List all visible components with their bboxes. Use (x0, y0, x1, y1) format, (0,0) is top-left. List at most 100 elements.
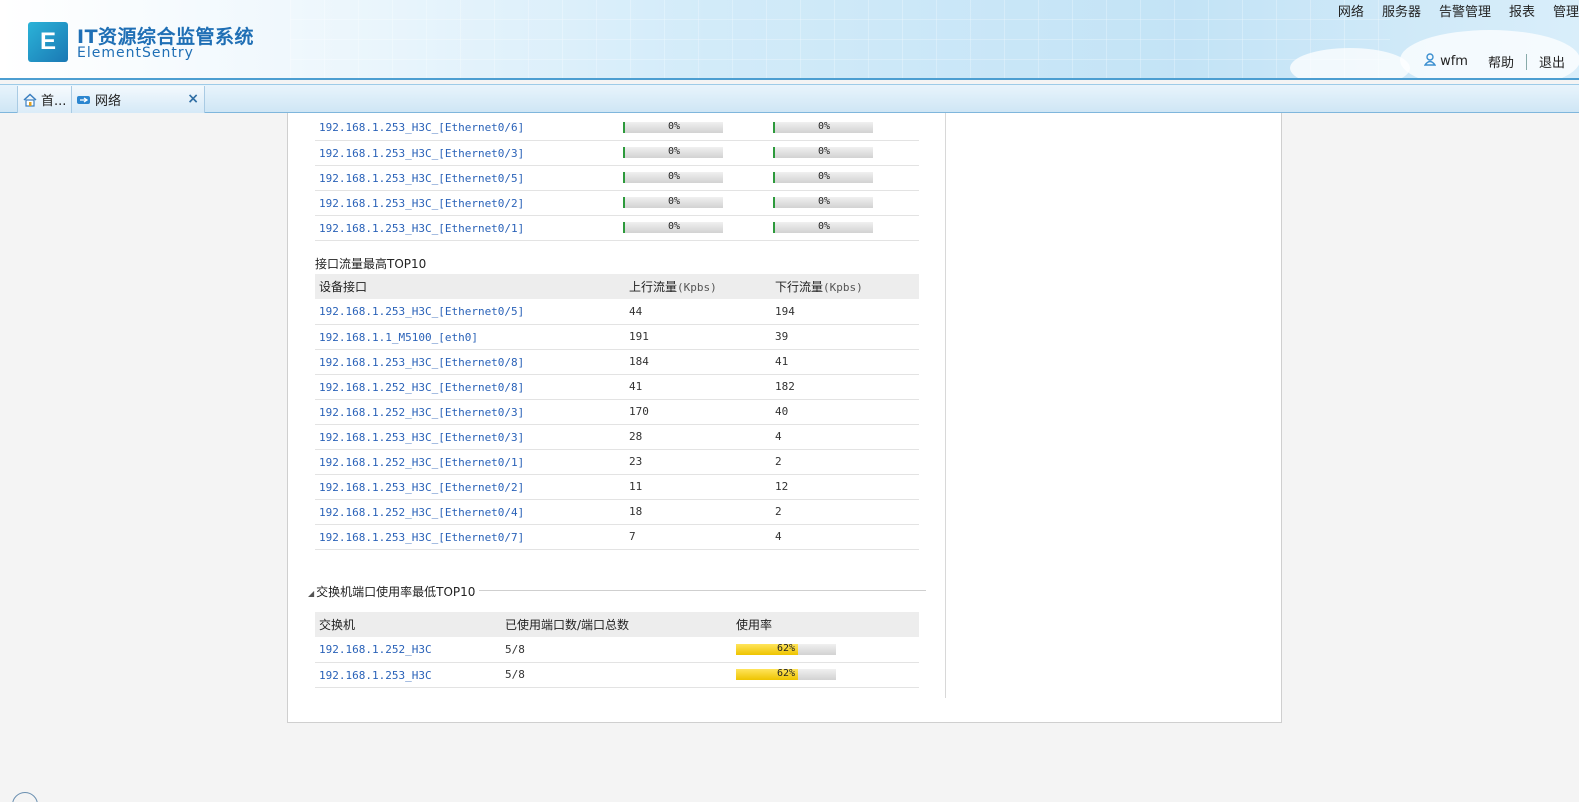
device-cell: 192.168.1.253_H3C_[Ethernet0/6] (315, 115, 619, 141)
utilization-cell: 0% (619, 190, 769, 216)
traffic-top10-title: 接口流量最高TOP10 (315, 257, 427, 271)
switch-port-title-text: 交换机端口使用率最低TOP10 (316, 585, 476, 599)
scroll-top-icon[interactable] (12, 792, 38, 802)
app-logo: E (28, 22, 72, 62)
upstream-value: 23 (625, 449, 771, 475)
device-link[interactable]: 192.168.1.253_H3C_[Ethernet0/5] (319, 305, 524, 318)
nav-report[interactable]: 报表 (1500, 5, 1544, 21)
column-header-up-label: 上行流量 (629, 280, 678, 294)
switch-port-usage-table: 交换机 已使用端口数/端口总数 使用率 192.168.1.252_H3C 5/8… (315, 612, 919, 688)
table-row: 192.168.1.253_H3C_[Ethernet0/7] 7 4 (315, 524, 919, 550)
utilization-cell: 0% (769, 215, 919, 241)
device-cell: 192.168.1.253_H3C_[Ethernet0/5] (315, 165, 619, 191)
device-cell: 192.168.1.253_H3C_[Ethernet0/1] (315, 215, 619, 241)
logout-link[interactable]: 退出 (1539, 52, 1565, 71)
upstream-value: 11 (625, 474, 771, 500)
column-header-up: 上行流量(Kpbs) (625, 274, 771, 299)
switch-port-section-title[interactable]: ◢ 交换机端口使用率最低TOP10 (308, 583, 480, 600)
table-row: 192.168.1.1_M5100_[eth0] 191 39 (315, 324, 919, 350)
column-header-device: 设备接口 (315, 274, 625, 299)
nav-alarm[interactable]: 告警管理 (1430, 5, 1500, 21)
collapse-triangle-icon[interactable]: ◢ (308, 589, 314, 598)
utilization-cell: 0% (769, 115, 919, 141)
upstream-value: 191 (625, 324, 771, 350)
device-link[interactable]: 192.168.1.253_H3C_[Ethernet0/7] (319, 531, 524, 544)
device-link[interactable]: 192.168.1.252_H3C_[Ethernet0/3] (319, 406, 524, 419)
table-row: 192.168.1.253_H3C_[Ethernet0/8] 184 41 (315, 349, 919, 375)
device-link[interactable]: 192.168.1.253_H3C_[Ethernet0/8] (319, 356, 524, 369)
utilization-label: 0% (667, 120, 681, 132)
column-header-down-unit: (Kpbs) (823, 281, 863, 294)
utilization-label: 0% (817, 221, 831, 232)
utilization-bar: 0% (623, 120, 723, 133)
device-link[interactable]: 192.168.1.252_H3C_[Ethernet0/4] (319, 506, 524, 519)
device-link[interactable]: 192.168.1.253_H3C_[Ethernet0/5] (319, 172, 524, 185)
content-panel: 192.168.1.253_H3C_[Ethernet0/6] 0% 0% 192.1… (287, 113, 1282, 723)
device-link[interactable]: 192.168.1.1_M5100_[eth0] (319, 331, 478, 344)
device-link[interactable]: 192.168.1.253_H3C_[Ethernet0/1] (319, 222, 524, 235)
utilization-label: 0% (667, 196, 681, 207)
nav-server[interactable]: 服务器 (1373, 5, 1430, 21)
utilization-cell: 0% (619, 115, 769, 141)
device-cell: 192.168.1.253_H3C_[Ethernet0/3] (315, 140, 619, 166)
table-row: 192.168.1.253_H3C_[Ethernet0/6] 0% 0% (315, 115, 919, 141)
table-row: 192.168.1.253_H3C_[Ethernet0/2] 0% 0% (315, 190, 919, 216)
traffic-top10-table: 设备接口 上行流量(Kpbs) 下行流量(Kpbs) 192.168.1.253… (315, 274, 919, 550)
utilization-bar: 0% (773, 171, 873, 183)
device-link[interactable]: 192.168.1.253_H3C_[Ethernet0/2] (319, 197, 524, 210)
device-cell: 192.168.1.252_H3C_[Ethernet0/8] (315, 374, 625, 400)
usage-cell: 62% (732, 637, 919, 663)
nav-admin[interactable]: 管理 (1544, 5, 1579, 21)
switch-cell: 192.168.1.253_H3C (315, 662, 501, 688)
column-divider (945, 113, 946, 698)
close-icon[interactable]: × (187, 91, 199, 107)
legend-line (468, 590, 926, 591)
device-link[interactable]: 192.168.1.252_H3C_[Ethernet0/8] (319, 381, 524, 394)
switch-link[interactable]: 192.168.1.252_H3C (319, 643, 432, 656)
upstream-value: 18 (625, 499, 771, 525)
device-link[interactable]: 192.168.1.253_H3C_[Ethernet0/3] (319, 431, 524, 444)
table-row: 192.168.1.253_H3C_[Ethernet0/5] 44 194 (315, 299, 919, 325)
tab-home[interactable]: 首... (17, 86, 72, 113)
tab-bar: 首... 网络 × (0, 84, 1579, 113)
table-row: 192.168.1.252_H3C_[Ethernet0/3] 170 40 (315, 399, 919, 425)
utilization-label: 0% (667, 221, 681, 232)
column-header-down: 下行流量(Kpbs) (771, 274, 919, 299)
device-cell: 192.168.1.253_H3C_[Ethernet0/7] (315, 524, 625, 550)
device-cell: 192.168.1.1_M5100_[eth0] (315, 324, 625, 350)
device-link[interactable]: 192.168.1.253_H3C_[Ethernet0/6] (319, 121, 524, 134)
device-link[interactable]: 192.168.1.253_H3C_[Ethernet0/2] (319, 481, 524, 494)
table-row: 192.168.1.252_H3C 5/8 62% (315, 637, 919, 663)
table-header-row: 交换机 已使用端口数/端口总数 使用率 (315, 612, 919, 637)
help-link[interactable]: 帮助 (1488, 52, 1514, 71)
upstream-value: 44 (625, 299, 771, 325)
column-header-usage: 使用率 (732, 612, 919, 637)
switch-port-section-legend: ◢ 交换机端口使用率最低TOP10 (308, 583, 926, 600)
device-cell: 192.168.1.253_H3C_[Ethernet0/3] (315, 424, 625, 450)
tab-network-label: 网络 (95, 94, 122, 109)
downstream-value: 41 (771, 349, 919, 375)
device-cell: 192.168.1.252_H3C_[Ethernet0/3] (315, 399, 625, 425)
tab-home-label: 首... (41, 94, 67, 109)
ports-value: 5/8 (501, 662, 732, 688)
utilization-cell: 0% (769, 190, 919, 216)
tab-network[interactable]: 网络 × (72, 86, 205, 113)
table-row: 192.168.1.252_H3C_[Ethernet0/4] 18 2 (315, 499, 919, 525)
device-cell: 192.168.1.253_H3C_[Ethernet0/8] (315, 349, 625, 375)
nav-network[interactable]: 网络 (1329, 5, 1373, 21)
device-link[interactable]: 192.168.1.252_H3C_[Ethernet0/1] (319, 456, 524, 469)
device-link[interactable]: 192.168.1.253_H3C_[Ethernet0/3] (319, 147, 524, 160)
utilization-cell: 0% (619, 140, 769, 166)
downstream-value: 4 (771, 424, 919, 450)
switch-link[interactable]: 192.168.1.253_H3C (319, 669, 432, 682)
utilization-label: 0% (817, 196, 831, 207)
table-header-row: 设备接口 上行流量(Kpbs) 下行流量(Kpbs) (315, 274, 919, 299)
divider (1525, 53, 1527, 70)
utilization-bar: 0% (623, 221, 723, 233)
device-cell: 192.168.1.253_H3C_[Ethernet0/5] (315, 299, 625, 325)
column-header-ports: 已使用端口数/端口总数 (501, 612, 732, 637)
table-row: 192.168.1.253_H3C 5/8 62% (315, 662, 919, 688)
utilization-cell: 0% (769, 165, 919, 191)
utilization-cell: 0% (619, 215, 769, 241)
table-row: 192.168.1.253_H3C_[Ethernet0/2] 11 12 (315, 474, 919, 500)
